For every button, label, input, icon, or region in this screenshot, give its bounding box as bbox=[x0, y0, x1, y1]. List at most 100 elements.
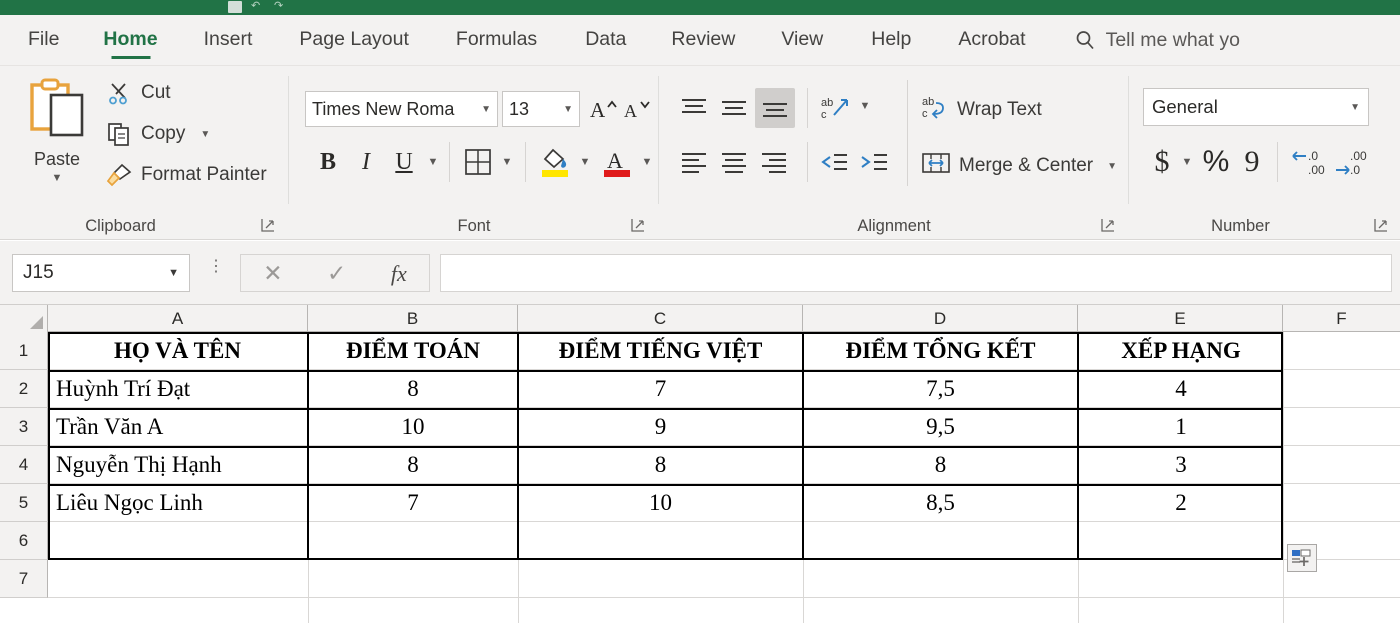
cell-e1[interactable]: XẾP HẠNG bbox=[1079, 332, 1283, 370]
tab-page-layout[interactable]: Page Layout bbox=[299, 15, 409, 66]
merge-center-button[interactable]: Merge & Center ▼ bbox=[921, 150, 1117, 182]
cell-d1[interactable]: ĐIỂM TỔNG KẾT bbox=[804, 332, 1077, 370]
cancel-formula-icon[interactable]: ✕ bbox=[263, 261, 282, 285]
underline-button[interactable]: U bbox=[387, 144, 421, 180]
tab-insert[interactable]: Insert bbox=[204, 15, 253, 66]
comma-format-button[interactable]: 9 bbox=[1239, 142, 1265, 182]
cell-e3[interactable]: 1 bbox=[1079, 408, 1283, 446]
align-right-button[interactable] bbox=[755, 144, 793, 180]
formula-bar-handle[interactable]: ⋮ bbox=[208, 259, 224, 275]
cell-e4[interactable]: 3 bbox=[1079, 446, 1283, 484]
tab-formulas[interactable]: Formulas bbox=[456, 15, 537, 66]
cell-a5[interactable]: Liêu Ngọc Linh bbox=[48, 484, 307, 522]
currency-format-button[interactable]: $ bbox=[1147, 142, 1177, 182]
row-header-4[interactable]: 4 bbox=[0, 446, 48, 484]
currency-caret-icon[interactable]: ▼ bbox=[1177, 152, 1197, 172]
cell-d4[interactable]: 8 bbox=[804, 446, 1077, 484]
cut-button[interactable]: Cut bbox=[106, 80, 171, 106]
orientation-caret-icon[interactable]: ▼ bbox=[855, 96, 875, 116]
select-all-corner[interactable] bbox=[0, 305, 48, 332]
increase-font-size-button[interactable]: A bbox=[587, 92, 621, 126]
cell-b3[interactable]: 10 bbox=[309, 408, 517, 446]
font-dialog-launcher-icon[interactable] bbox=[631, 218, 645, 232]
row-header-2[interactable]: 2 bbox=[0, 370, 48, 408]
quick-analysis-button[interactable] bbox=[1287, 544, 1317, 572]
row-header-3[interactable]: 3 bbox=[0, 408, 48, 446]
cell-a2[interactable]: Huỳnh Trí Đạt bbox=[48, 370, 307, 408]
align-bottom-button[interactable] bbox=[755, 88, 795, 128]
column-header-f[interactable]: F bbox=[1283, 305, 1400, 332]
italic-button[interactable]: I bbox=[349, 144, 383, 180]
tab-help[interactable]: Help bbox=[871, 15, 911, 66]
row-header-6[interactable]: 6 bbox=[0, 522, 48, 560]
cell-d3[interactable]: 9,5 bbox=[804, 408, 1077, 446]
tab-acrobat[interactable]: Acrobat bbox=[958, 15, 1025, 66]
bold-button[interactable]: B bbox=[311, 144, 345, 180]
tab-data[interactable]: Data bbox=[585, 15, 626, 66]
cell-a3[interactable]: Trần Văn A bbox=[48, 408, 307, 446]
column-header-b[interactable]: B bbox=[308, 305, 518, 332]
redo-icon[interactable]: ↷ bbox=[274, 1, 288, 13]
column-header-a[interactable]: A bbox=[48, 305, 308, 332]
cell-c5[interactable]: 10 bbox=[519, 484, 802, 522]
enter-formula-icon[interactable]: ✓ bbox=[327, 261, 346, 285]
cell-a4[interactable]: Nguyễn Thị Hạnh bbox=[48, 446, 307, 484]
copy-caret-icon[interactable]: ▼ bbox=[200, 129, 210, 140]
cell-d5[interactable]: 8,5 bbox=[804, 484, 1077, 522]
tell-me-box[interactable]: Tell me what yo bbox=[1074, 29, 1240, 52]
column-header-d[interactable]: D bbox=[803, 305, 1078, 332]
cell-a1[interactable]: HỌ VÀ TÊN bbox=[48, 332, 307, 370]
font-name-caret-icon[interactable]: ▼ bbox=[481, 104, 491, 115]
font-size-caret-icon[interactable]: ▼ bbox=[563, 104, 573, 115]
save-icon[interactable] bbox=[228, 1, 242, 13]
copy-button[interactable]: Copy ▼ bbox=[106, 121, 210, 147]
cell-e2[interactable]: 4 bbox=[1079, 370, 1283, 408]
clipboard-dialog-launcher-icon[interactable] bbox=[261, 218, 275, 232]
cell-c1[interactable]: ĐIỂM TIẾNG VIỆT bbox=[519, 332, 802, 370]
tab-file[interactable]: File bbox=[28, 15, 59, 66]
align-center-button[interactable] bbox=[715, 144, 753, 180]
paste-button[interactable]: Paste ▼ bbox=[14, 74, 100, 196]
increase-decimal-button[interactable]: .0 .00 bbox=[1289, 144, 1329, 180]
align-left-button[interactable] bbox=[675, 144, 713, 180]
cell-c4[interactable]: 8 bbox=[519, 446, 802, 484]
row-header-1[interactable]: 1 bbox=[0, 332, 48, 370]
font-color-caret-icon[interactable]: ▼ bbox=[637, 152, 657, 172]
name-box-caret-icon[interactable]: ▼ bbox=[168, 267, 179, 279]
number-format-caret-icon[interactable]: ▼ bbox=[1350, 102, 1360, 113]
tab-review[interactable]: Review bbox=[671, 15, 735, 66]
format-painter-button[interactable]: Format Painter bbox=[106, 162, 267, 188]
wrap-text-button[interactable]: ab c Wrap Text bbox=[921, 94, 1042, 126]
percent-format-button[interactable]: % bbox=[1199, 142, 1233, 182]
undo-icon[interactable]: ↶ bbox=[251, 1, 265, 13]
align-middle-button[interactable] bbox=[715, 90, 753, 126]
cell-d2[interactable]: 7,5 bbox=[804, 370, 1077, 408]
orientation-button[interactable]: ab c bbox=[817, 90, 855, 126]
increase-indent-button[interactable] bbox=[855, 144, 893, 180]
font-name-box[interactable]: Times New Roma ▼ bbox=[305, 91, 498, 127]
fill-color-button[interactable] bbox=[537, 144, 573, 180]
borders-button[interactable] bbox=[461, 146, 495, 178]
column-header-c[interactable]: C bbox=[518, 305, 803, 332]
fill-color-caret-icon[interactable]: ▼ bbox=[575, 152, 595, 172]
borders-caret-icon[interactable]: ▼ bbox=[497, 152, 517, 172]
paste-caret-icon[interactable]: ▼ bbox=[52, 173, 63, 184]
font-size-box[interactable]: 13 ▼ bbox=[502, 91, 580, 127]
font-color-button[interactable]: A bbox=[599, 144, 635, 180]
cell-b2[interactable]: 8 bbox=[309, 370, 517, 408]
tab-home[interactable]: Home bbox=[103, 15, 157, 66]
decrease-decimal-button[interactable]: .00 .0 bbox=[1333, 144, 1373, 180]
cell-b5[interactable]: 7 bbox=[309, 484, 517, 522]
cell-b4[interactable]: 8 bbox=[309, 446, 517, 484]
tab-view[interactable]: View bbox=[781, 15, 823, 66]
cell-b1[interactable]: ĐIỂM TOÁN bbox=[309, 332, 517, 370]
insert-function-icon[interactable]: fx bbox=[391, 262, 407, 285]
decrease-indent-button[interactable] bbox=[815, 144, 853, 180]
underline-caret-icon[interactable]: ▼ bbox=[423, 152, 443, 172]
cell-e5[interactable]: 2 bbox=[1079, 484, 1283, 522]
formula-input[interactable] bbox=[440, 254, 1392, 292]
number-dialog-launcher-icon[interactable] bbox=[1374, 218, 1388, 232]
row-header-7[interactable]: 7 bbox=[0, 560, 48, 598]
decrease-font-size-button[interactable]: A bbox=[621, 92, 655, 126]
column-header-e[interactable]: E bbox=[1078, 305, 1283, 332]
